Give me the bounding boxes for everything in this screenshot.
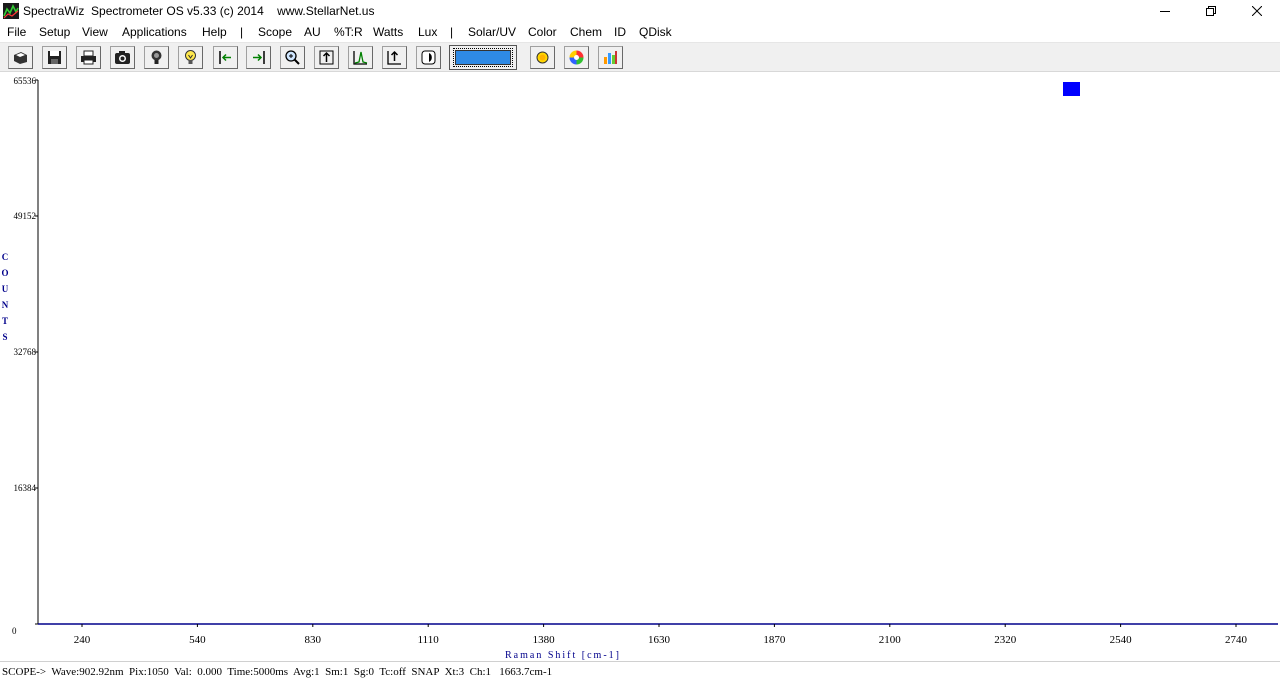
light-reference-button[interactable] [178,46,203,69]
menu-chem[interactable]: Chem [570,25,602,39]
menu-qdisk[interactable]: QDisk [639,25,672,39]
x-tick-label: 2540 [1110,634,1133,646]
dark-reference-button[interactable] [144,46,169,69]
menu-separator: | [240,25,244,39]
y-tick-label: 16384 [14,483,37,493]
close-icon [1252,6,1262,16]
menu-applications[interactable]: Applications [122,25,187,39]
overlay-button[interactable] [416,46,441,69]
chart-icon [604,51,617,64]
y-tick-label: 49152 [14,211,37,221]
restore-icon [1206,6,1216,16]
menu-au[interactable]: AU [304,25,321,39]
menu-lux[interactable]: Lux [418,25,437,39]
status-bar: SCOPE-> Wave:902.92nm Pix:1050 Val: 0.00… [0,661,1280,682]
half-circle-icon [421,50,436,65]
scroll-right-button[interactable] [246,46,271,69]
menu-separator: | [450,25,454,39]
x-tick-label: 1380 [533,634,556,646]
rescale-up-icon [387,50,401,65]
print-icon [81,50,96,65]
x-tick-label: 2100 [879,634,902,646]
print-button[interactable] [76,46,101,69]
snapshot-button[interactable] [110,46,135,69]
menu-watts[interactable]: Watts [373,25,403,39]
scroll-left-icon [219,51,231,64]
x-tick-label: 830 [305,634,322,646]
menu-file[interactable]: File [7,25,26,39]
x-tick-label: 1110 [418,634,440,646]
menu-id[interactable]: ID [614,25,626,39]
chart-button[interactable] [598,46,623,69]
autoscale-button[interactable] [314,46,339,69]
spectrum-plot[interactable]: 65536 49152 32768 16384 0 240 540 830 1110 1380 16… [0,72,1280,660]
title-bar: SpectraWiz Spectrometer OS v5.33 (c) 201… [0,0,1280,22]
menu-solar-uv[interactable]: Solar/UV [468,25,516,39]
scroll-right-icon [253,51,265,64]
toolbar [0,43,1280,72]
save-button[interactable] [42,46,67,69]
y-tick-label: 32768 [14,347,37,357]
scroll-left-button[interactable] [213,46,238,69]
menu-view[interactable]: View [82,25,108,39]
color-wheel-icon [569,50,584,65]
rescale-up-button[interactable] [382,46,407,69]
y-axis-title-letter: N [2,300,9,310]
restore-button[interactable] [1188,0,1234,22]
trace-color-swatch [455,50,511,65]
x-axis-title: Raman Shift [cm-1] [505,650,621,660]
solar-button[interactable] [530,46,555,69]
x-tick-label: 240 [74,634,91,646]
menu-transmission[interactable]: %T:R [334,25,363,39]
zoom-button[interactable] [280,46,305,69]
menu-scope[interactable]: Scope [258,25,292,39]
color-button[interactable] [564,46,589,69]
minimize-icon [1160,11,1170,12]
open-icon [14,52,27,64]
peak-button[interactable] [348,46,373,69]
open-button[interactable] [8,46,33,69]
peak-icon [353,51,368,65]
status-text: SCOPE-> Wave:902.92nm Pix:1050 Val: 0.00… [2,666,553,678]
y-axis-title-letter: S [2,332,7,342]
light-bulb-icon [185,50,196,64]
autoscale-icon [319,50,334,65]
y-axis-title-letter: U [2,284,9,294]
trace-color-button[interactable] [449,45,517,70]
x-tick-label: 540 [189,634,206,646]
x-tick-label: 1630 [648,634,671,646]
y-tick-label: 65536 [14,76,37,86]
x-tick-label: 1870 [763,634,786,646]
x-tick-label: 2740 [1225,634,1248,646]
save-icon [48,51,61,64]
app-icon [3,3,19,19]
y-axis-title-letter: C [2,252,9,262]
menu-help[interactable]: Help [202,25,227,39]
camera-icon [115,51,130,64]
sun-icon [536,51,549,64]
legend-marker [1063,82,1080,96]
y-axis-title-letter: O [1,268,8,278]
x-tick-label: 2320 [994,634,1017,646]
y-axis-title-letter: T [2,316,8,326]
close-button[interactable] [1234,0,1280,22]
menu-setup[interactable]: Setup [39,25,70,39]
menu-bar: File Setup View Applications Help | Scop… [0,22,1280,43]
plot-svg[interactable]: 65536 49152 32768 16384 0 240 540 830 1110 1380 16… [0,72,1280,660]
y-tick-label: 0 [12,626,17,636]
zoom-icon [285,50,300,65]
minimize-button[interactable] [1142,0,1188,22]
window-title: SpectraWiz Spectrometer OS v5.33 (c) 201… [23,4,375,18]
menu-color[interactable]: Color [528,25,557,39]
dark-bulb-icon [151,50,162,64]
